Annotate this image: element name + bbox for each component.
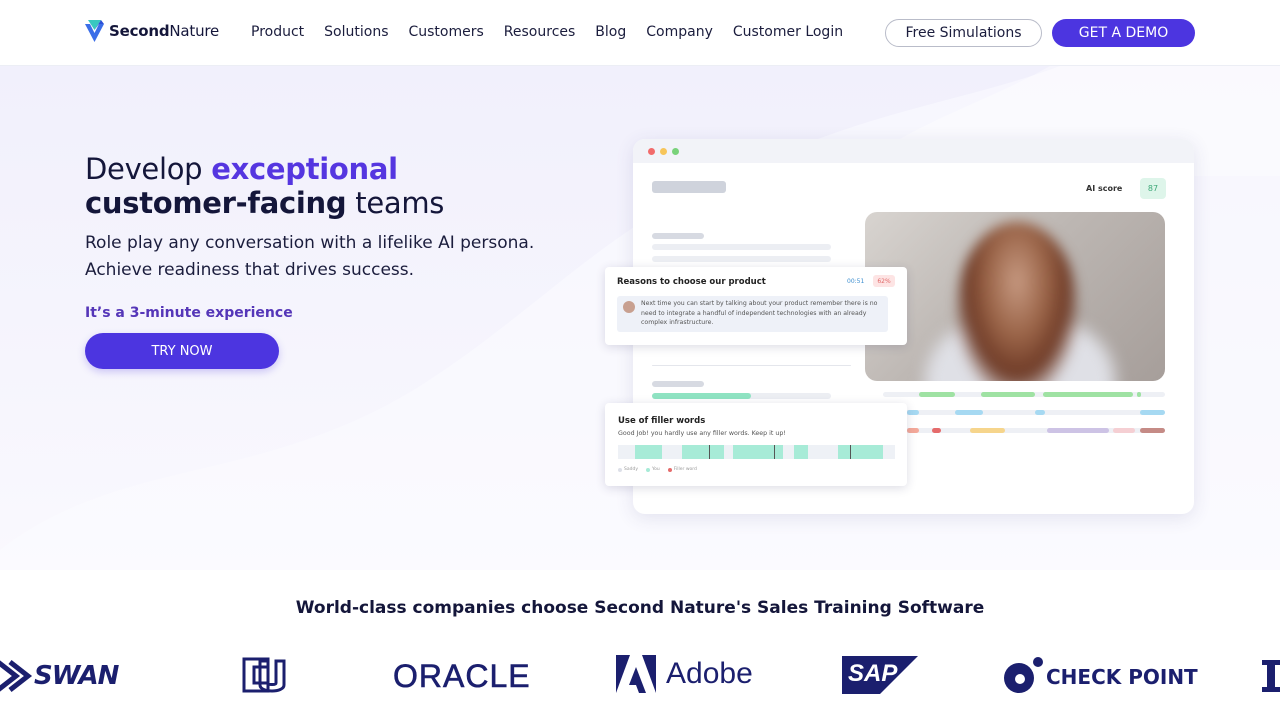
- partial-logo: [1262, 660, 1280, 692]
- hero-subtitle: Role play any conversation with a lifeli…: [85, 233, 535, 280]
- timeline-segment: [907, 410, 919, 415]
- timeline-segment: [932, 428, 941, 433]
- card-reasons-body-text: Next time you can start by talking about…: [641, 300, 878, 326]
- timeline-segment: [907, 428, 919, 433]
- feedback-card-reasons: Reasons to choose our product 00:51 62% …: [605, 267, 907, 345]
- mockup-line-placeholder: [652, 256, 831, 262]
- legend-item: You: [646, 467, 660, 472]
- timeline-track: [883, 410, 1165, 415]
- nav-resources[interactable]: Resources: [504, 24, 576, 40]
- timeline-segment: [682, 445, 724, 459]
- timeline-segment: [1140, 410, 1165, 415]
- cu-mark-icon: [242, 657, 286, 693]
- window-maximize-dot: [672, 147, 679, 155]
- checkpoint-logo: CHECK POINT: [1003, 656, 1198, 694]
- nav-product[interactable]: Product: [251, 24, 304, 40]
- get-a-demo-button[interactable]: GET A DEMO: [1052, 19, 1195, 47]
- checkpoint-mark-icon: [1004, 657, 1043, 693]
- timeline-segment: [1047, 428, 1109, 433]
- card-reasons-percent: 62%: [873, 275, 895, 287]
- filler-legend: Saddy You Filler word: [618, 467, 697, 472]
- secondnature-logo-icon: [85, 20, 104, 42]
- swan-logo: SWAN: [0, 656, 119, 696]
- nav-solutions[interactable]: Solutions: [324, 24, 388, 40]
- filler-marker: [850, 445, 851, 459]
- sap-wordmark: SAP: [848, 660, 898, 687]
- timeline-segment: [1035, 410, 1045, 415]
- timeline-segment: [1140, 428, 1165, 433]
- timeline-segment: [1043, 392, 1133, 397]
- card-reasons-message: Next time you can start by talking about…: [617, 296, 888, 332]
- free-simulations-button[interactable]: Free Simulations: [885, 19, 1042, 47]
- brand-logo[interactable]: SecondNature: [85, 20, 219, 42]
- timeline-segment: [970, 428, 1005, 433]
- customer-logos-strip: SWAN CU ORACLE Adobe SAP CHECK P: [0, 650, 1280, 710]
- filler-marker: [774, 445, 775, 459]
- adobe-wordmark: Adobe: [666, 657, 753, 690]
- feedback-card-filler-words: Use of filler words Good Job! you hardly…: [605, 403, 907, 486]
- legend-item: Filler word: [667, 467, 697, 472]
- swan-wordmark: SWAN: [34, 661, 119, 691]
- nav-links: Product Solutions Customers Resources Bl…: [251, 24, 843, 40]
- hero-title: Develop exceptional customer-facing team…: [85, 152, 444, 220]
- timeline-segment: [635, 445, 662, 459]
- hero-note: It’s a 3-minute experience: [85, 305, 293, 321]
- timeline-segment: [1113, 428, 1135, 433]
- legend-item: Saddy: [618, 467, 638, 472]
- mockup-divider: [652, 365, 851, 366]
- video-persona-shape: [957, 222, 1077, 381]
- title-part-2: teams: [346, 186, 445, 220]
- ai-score-label: AI score: [1086, 184, 1123, 193]
- sap-logo: SAP: [842, 656, 918, 694]
- mockup-heading-placeholder: [652, 181, 726, 193]
- timeline-segment: [1137, 392, 1141, 397]
- card-reasons-time: 00:51: [847, 278, 865, 285]
- timeline-segment: [838, 445, 883, 459]
- ai-score-badge: 87: [1140, 178, 1166, 199]
- oracle-wordmark: ORACLE: [393, 658, 531, 695]
- avatar: [623, 301, 635, 313]
- mockup-line-placeholder: [652, 233, 704, 239]
- timeline-segment: [955, 410, 983, 415]
- nav-customer-login[interactable]: Customer Login: [733, 24, 843, 40]
- title-part-1: Develop: [85, 152, 212, 186]
- card-filler-subtitle: Good Job! you hardly use any filler word…: [618, 430, 786, 437]
- window-close-dot: [648, 147, 655, 155]
- checkpoint-wordmark: CHECK POINT: [1046, 665, 1198, 689]
- swan-mark-icon: [0, 660, 33, 692]
- timeline-segment: [919, 392, 955, 397]
- trust-headline: World-class companies choose Second Natu…: [295, 598, 985, 618]
- adobe-mark-icon: [616, 655, 656, 693]
- brand-name: SecondNature: [109, 22, 220, 40]
- title-accent: exceptional: [211, 152, 398, 186]
- timeline-segment: [981, 392, 1035, 397]
- ai-persona-video: [865, 212, 1165, 381]
- try-now-button[interactable]: TRY NOW: [85, 333, 279, 369]
- top-navigation: SecondNature Product Solutions Customers…: [0, 0, 1280, 66]
- filler-marker: [709, 445, 710, 459]
- mockup-line-placeholder: [652, 381, 704, 387]
- partial-logo-icon: [1262, 660, 1280, 692]
- timeline-segment: [733, 445, 783, 459]
- window-minimize-dot: [660, 147, 667, 155]
- nav-blog[interactable]: Blog: [595, 24, 626, 40]
- timeline-segment: [794, 445, 808, 459]
- title-bold: customer-facing: [85, 186, 347, 220]
- nav-company[interactable]: Company: [646, 24, 713, 40]
- nav-customers[interactable]: Customers: [408, 24, 483, 40]
- adobe-logo: Adobe: [616, 655, 753, 693]
- card-filler-title: Use of filler words: [618, 416, 706, 426]
- filler-words-timeline: [618, 445, 895, 459]
- mockup-titlebar: [633, 139, 1194, 163]
- card-reasons-title: Reasons to choose our product: [617, 277, 766, 287]
- mockup-progress-fill: [652, 393, 751, 399]
- mockup-line-placeholder: [652, 244, 831, 250]
- cu-logo: CU: [238, 655, 290, 697]
- oracle-logo: ORACLE: [393, 658, 531, 695]
